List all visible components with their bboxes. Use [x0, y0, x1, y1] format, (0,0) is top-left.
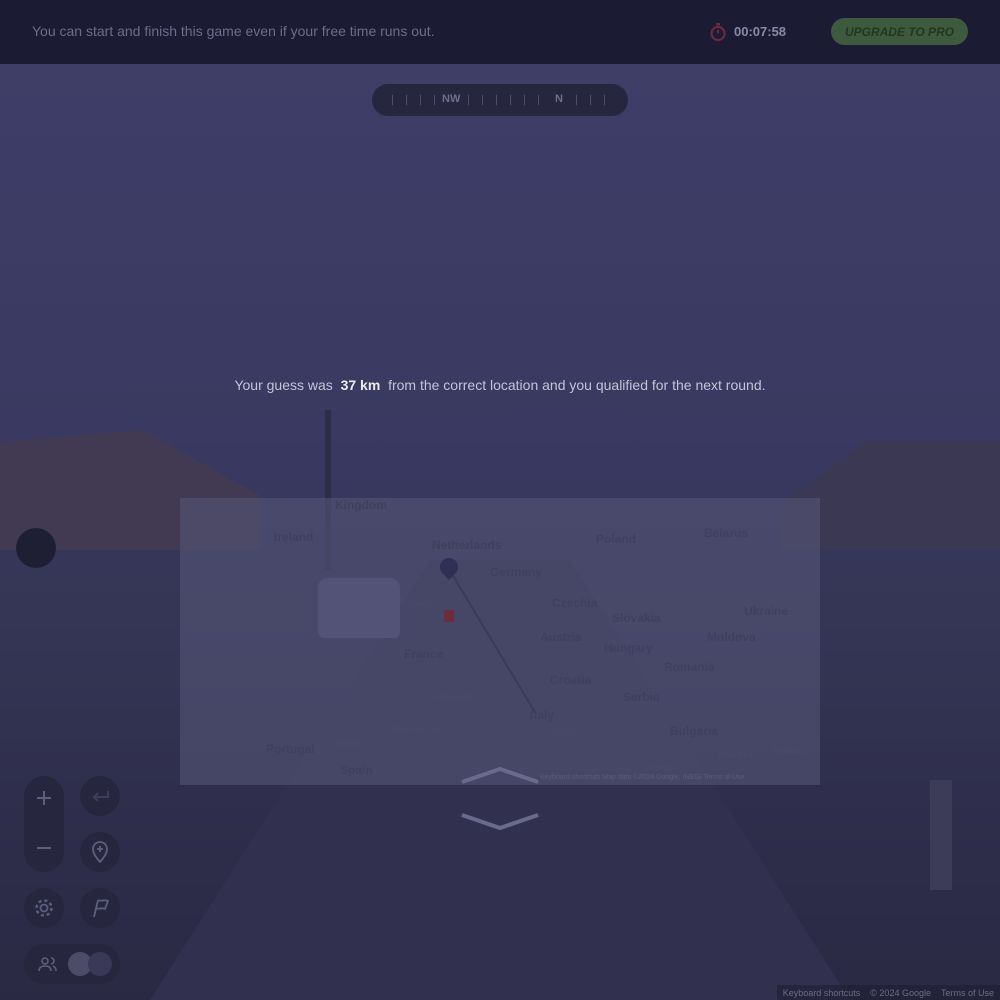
compass-label-nw: NW [442, 93, 461, 105]
map-pin-plus-icon [92, 841, 108, 863]
map-label: Ukraine [744, 604, 789, 618]
google-attribution: Keyboard shortcuts © 2024 Google Terms o… [776, 985, 1000, 1000]
flag-icon [93, 899, 110, 918]
settings-button[interactable] [24, 888, 64, 928]
map-label: Bulgaria [670, 724, 719, 738]
compass-tick [434, 95, 435, 105]
map-label: Ankara [772, 746, 804, 757]
undo-button[interactable] [80, 776, 120, 816]
map-label: Marseille [434, 692, 475, 703]
compass-tick [524, 95, 525, 105]
map-label: Warsaw [626, 558, 662, 569]
map-label: Romania [664, 660, 715, 674]
compass: NW N [372, 84, 628, 116]
result-message: Your guess was 37 km from the correct lo… [0, 377, 1000, 393]
map-label: Madrid [335, 738, 366, 749]
compass-tick [496, 95, 497, 105]
map-label: France [404, 647, 444, 661]
map-label: Czechia [552, 596, 598, 610]
map-label: Belarus [704, 526, 749, 540]
compass-tick [406, 95, 407, 105]
map-label: Istanbul [718, 750, 754, 761]
compass-tick [482, 95, 483, 105]
map-label: Serbia [623, 690, 660, 704]
plus-icon [37, 791, 51, 805]
map-label: Austria [540, 630, 582, 644]
map-label: Hungary [604, 641, 653, 655]
compass-label-n: N [555, 93, 563, 105]
copyright-text: © 2024 Google [870, 987, 931, 998]
game-timer: 00:07:58 [734, 24, 787, 39]
map-label: Germany [490, 565, 543, 579]
users-icon [38, 957, 57, 972]
compass-tick [604, 95, 605, 105]
keyboard-shortcuts-link[interactable]: Keyboard shortcuts [783, 988, 861, 998]
result-map[interactable]: Kingdom Ireland London Netherlands Berli… [180, 498, 820, 785]
map-label: Croatia [550, 673, 592, 687]
compass-tick [510, 95, 511, 105]
compass-tick [468, 95, 469, 105]
map-label: Berlin [516, 540, 542, 551]
map-label: Portugal [266, 742, 315, 756]
map-label: Spain [340, 763, 373, 777]
expand-map-chevron-icon[interactable] [460, 766, 540, 784]
map-label: Barcelona [394, 724, 440, 735]
free-time-notice: You can start and finish this game even … [32, 23, 435, 39]
compass-tick [590, 95, 591, 105]
map-label: Kyiv [750, 558, 769, 569]
zoom-out-button[interactable] [24, 828, 64, 868]
map-label: Netherlands [432, 538, 502, 552]
map-label: Greece [642, 763, 675, 774]
map-label: Paris [410, 598, 433, 609]
result-prefix: Your guess was [234, 377, 333, 393]
minus-icon [37, 847, 51, 849]
avatar [88, 952, 112, 976]
compass-tick [420, 95, 421, 105]
map-label: Rome [552, 726, 579, 737]
top-bar: You can start and finish this game even … [0, 0, 1000, 64]
terms-of-use-link[interactable]: Terms of Use [941, 988, 994, 998]
map-label: Ireland [274, 530, 314, 544]
map-label: Slovakia [612, 611, 661, 625]
guess-marker [436, 554, 462, 580]
map-label: London [372, 549, 406, 560]
gear-icon [35, 899, 53, 917]
compass-tick [538, 95, 539, 105]
guess-distance: 37 km [340, 377, 381, 393]
compass-tick [392, 95, 393, 105]
map-footer: Keyboard shortcuts Map data ©2024 Google… [540, 774, 745, 781]
upgrade-button[interactable]: UPGRADE TO PRO [831, 18, 968, 45]
result-suffix: from the correct location and you qualif… [388, 377, 766, 393]
undo-arrow-icon [92, 791, 109, 802]
zoom-control [24, 776, 64, 872]
party-bar[interactable] [24, 944, 120, 984]
side-indicator [16, 528, 56, 568]
map-label: Kingdom [335, 498, 387, 512]
correct-location-marker [444, 610, 454, 622]
collapse-map-chevron-icon[interactable] [460, 813, 540, 831]
stopwatch-icon [710, 23, 726, 42]
compass-tick [576, 95, 577, 105]
zoom-in-button[interactable] [24, 778, 64, 818]
checkpoint-button[interactable] [80, 832, 120, 872]
return-to-start-button[interactable] [80, 888, 120, 928]
map-label: Poland [596, 532, 637, 546]
map-label: Moldova [707, 630, 756, 644]
